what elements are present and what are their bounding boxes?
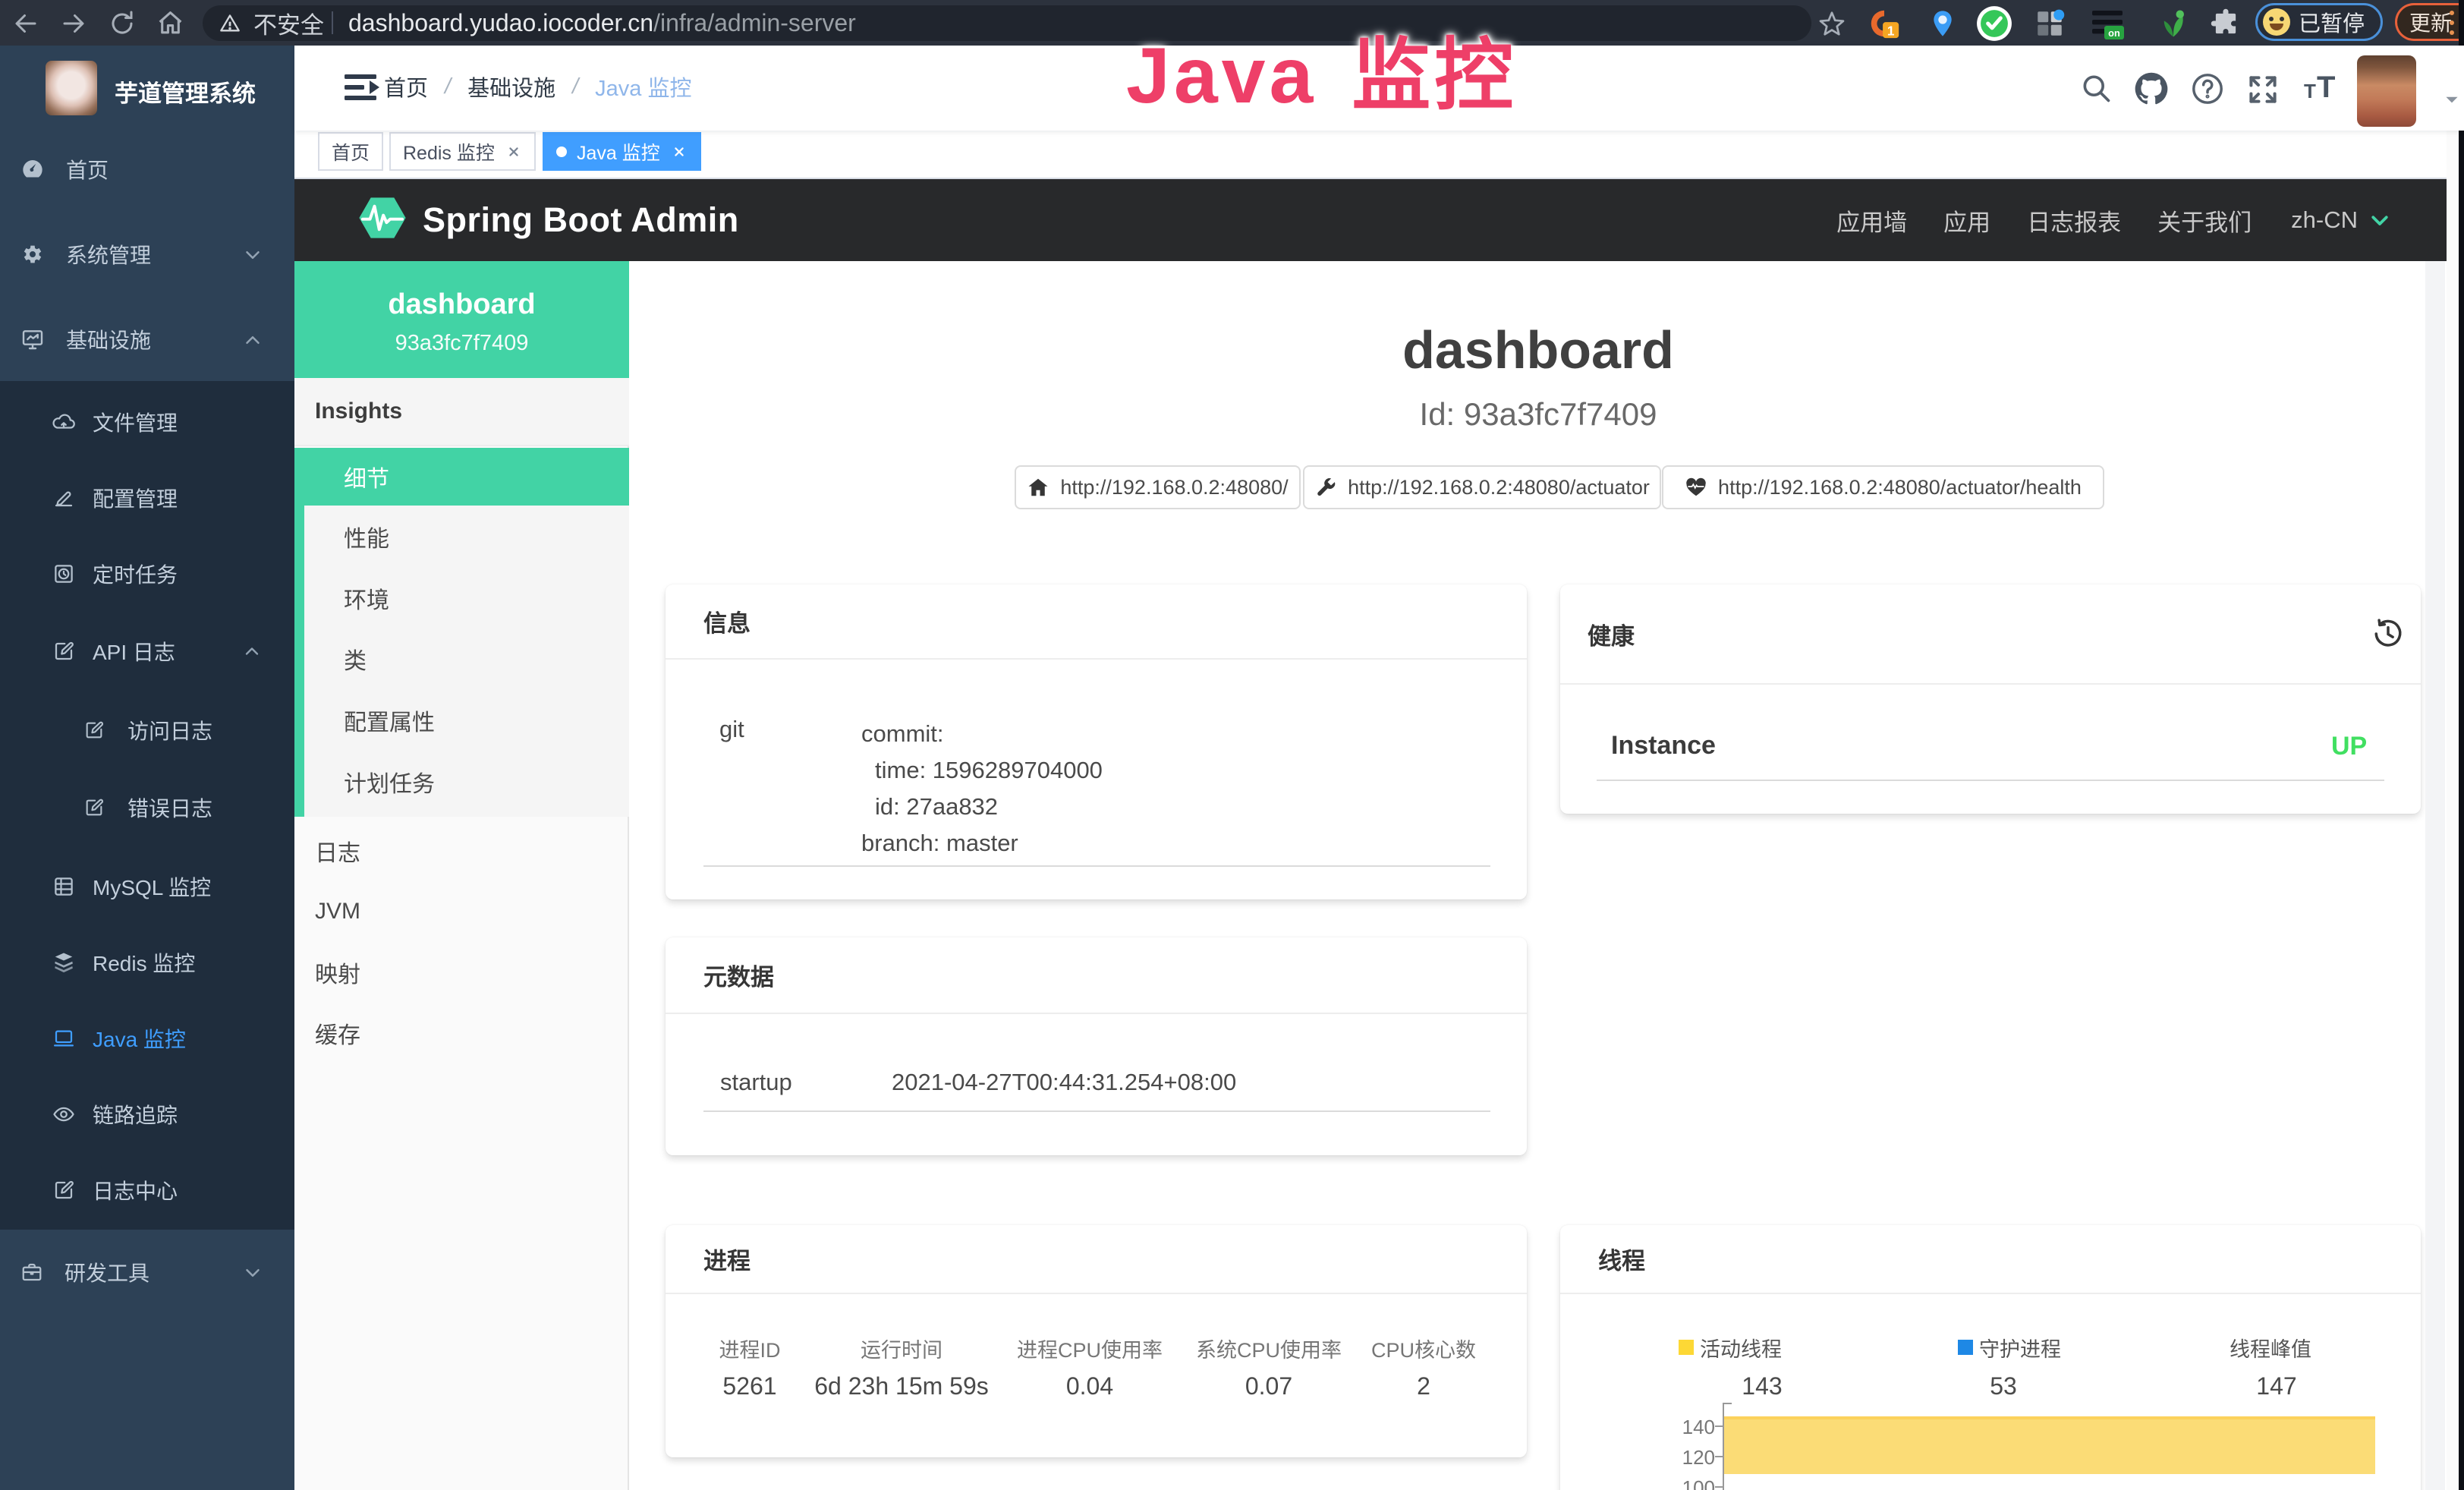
svg-text:on: on <box>2108 27 2120 39</box>
svg-text:1: 1 <box>1887 23 1895 38</box>
